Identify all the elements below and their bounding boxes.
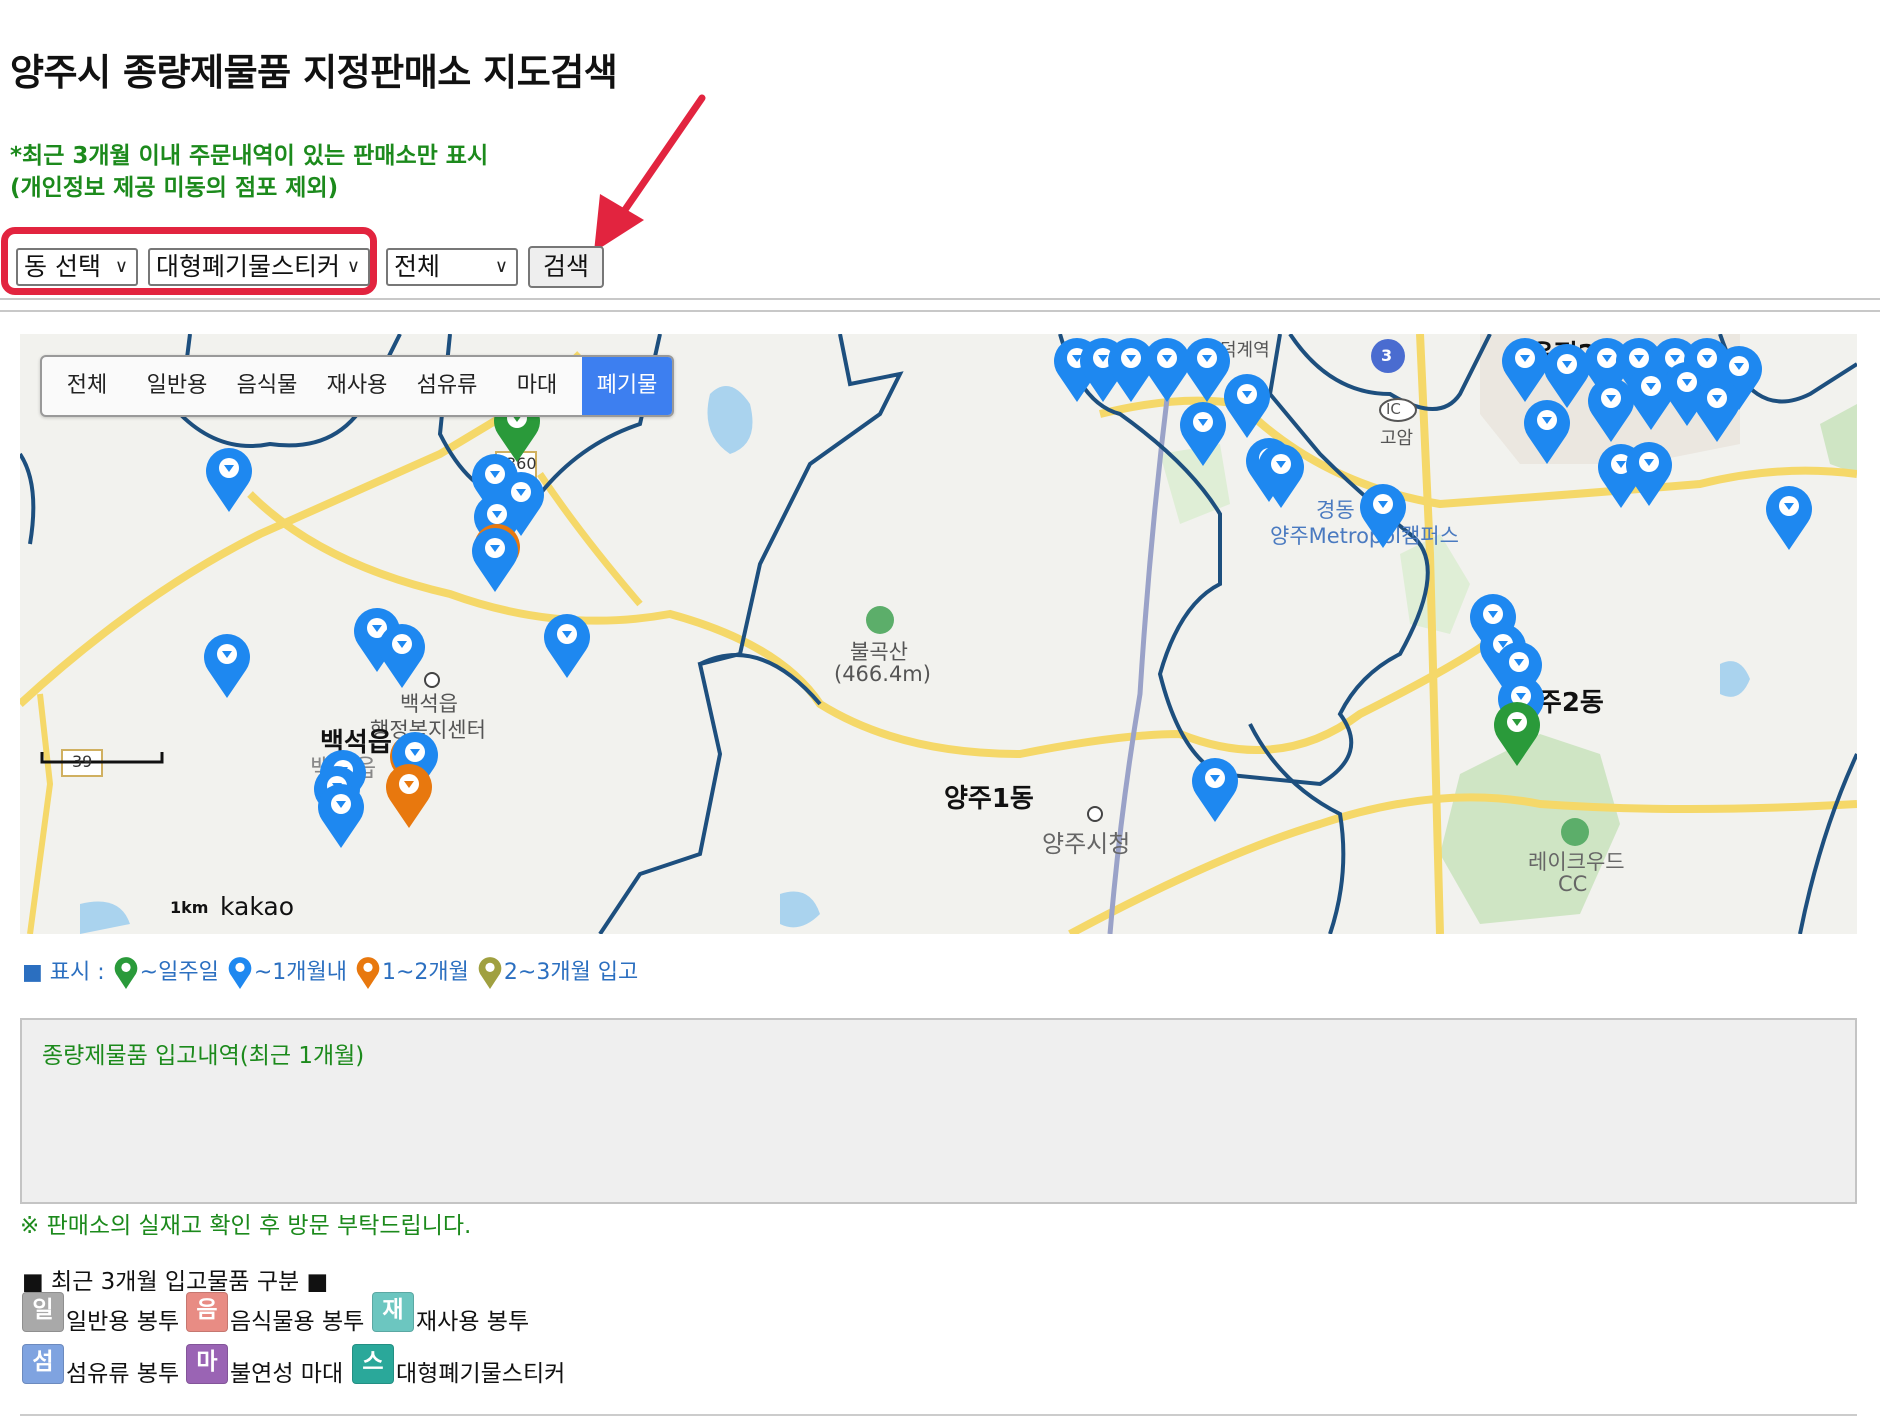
- map-pin-icon[interactable]: [382, 760, 436, 830]
- category-general: 일 일반용 봉투: [22, 1292, 179, 1334]
- stock-note: ※ 판매소의 실재고 확인 후 방문 부탁드립니다.: [20, 1213, 472, 1239]
- place-label: 고암: [1380, 428, 1414, 449]
- category-tabs: 전체 일반용 음식물 재사용 섬유류 마대 폐기물: [40, 355, 674, 417]
- map-pin-green-icon: [114, 957, 137, 989]
- chevron-down-icon: ∨: [114, 256, 128, 277]
- item-select[interactable]: 대형폐기물스티커 ∨: [148, 248, 370, 286]
- badge-sticker: 스: [352, 1344, 394, 1384]
- map-pin-orange-icon: [356, 957, 380, 989]
- map-pin-icon[interactable]: [200, 630, 254, 700]
- category-food: 음 음식물용 봉투: [186, 1292, 364, 1334]
- road-number-39: 39: [72, 752, 93, 771]
- chevron-down-icon: ∨: [346, 256, 360, 277]
- map-pin-blue-icon: [228, 957, 252, 989]
- legend-week: ~일주일: [139, 960, 219, 985]
- region-label-yangju1: 양주1동: [944, 784, 1034, 814]
- category-label: 일반용 봉투: [66, 1309, 180, 1335]
- map-pin-icon[interactable]: [468, 524, 522, 594]
- type-select-value: 전체: [394, 252, 441, 281]
- category-sticker: 스 대형폐기물스티커: [352, 1344, 565, 1386]
- page-title: 양주시 종량제물품 지정판매소 지도검색: [10, 51, 618, 94]
- map-pin-icon[interactable]: [1356, 480, 1410, 550]
- category-label: 음식물용 봉투: [230, 1309, 365, 1335]
- category-label: 불연성 마대: [230, 1361, 344, 1387]
- search-button[interactable]: 검색: [528, 246, 604, 288]
- badge-sack: 마: [186, 1344, 228, 1384]
- history-title: 종량제물품 입고내역(최근 1개월): [42, 1043, 365, 1069]
- map-pin-icon[interactable]: [202, 444, 256, 514]
- tab-waste[interactable]: 폐기물: [582, 357, 672, 415]
- kakao-logo: kakao: [220, 892, 295, 921]
- notice-privacy: (개인정보 제공 미동의 점포 제외): [10, 175, 339, 201]
- map-pin-icon[interactable]: [1690, 374, 1744, 444]
- map-pin-icon[interactable]: [314, 780, 368, 850]
- tab-all[interactable]: 전체: [42, 357, 132, 415]
- tab-food[interactable]: 음식물: [222, 357, 312, 415]
- category-label: 재사용 봉투: [416, 1309, 530, 1335]
- tab-general[interactable]: 일반용: [132, 357, 222, 415]
- place-label: CC: [1558, 872, 1588, 896]
- tab-reuse[interactable]: 재사용: [312, 357, 402, 415]
- category-sack: 마 불연성 마대: [186, 1344, 343, 1386]
- divider: [0, 310, 1880, 312]
- legend-prefix: ■ 표시 :: [22, 960, 105, 985]
- map-background: [20, 334, 1857, 934]
- category-label: 섬유류 봉투: [66, 1361, 180, 1387]
- map-pin-olive-icon: [478, 957, 502, 989]
- category-legend-title: ■ 최근 3개월 입고물품 구분 ■: [22, 1269, 329, 1295]
- road-number-3: 3: [1381, 346, 1393, 365]
- map-pin-icon[interactable]: [1188, 754, 1242, 824]
- badge-textile: 섬: [22, 1344, 64, 1384]
- map-pin-icon[interactable]: [1622, 438, 1676, 508]
- place-label: 양주시청: [1042, 830, 1131, 858]
- scale-label: 1km: [170, 898, 209, 917]
- dong-select[interactable]: 동 선택 ∨: [16, 248, 138, 286]
- map-view[interactable]: 360 39 3 IC 백석읍 행정복지센터 백석읍 백석읍 불곡산 (466.…: [20, 334, 1857, 934]
- category-label: 대형폐기물스티커: [396, 1361, 566, 1387]
- category-reuse: 재 재사용 봉투: [372, 1292, 529, 1334]
- map-pin-icon[interactable]: [1176, 398, 1230, 468]
- map-pin-icon[interactable]: [375, 620, 429, 690]
- category-textile: 섬 섬유류 봉투: [22, 1344, 179, 1386]
- tab-textile[interactable]: 섬유류: [402, 357, 492, 415]
- map-pin-icon[interactable]: [1520, 396, 1574, 466]
- divider: [0, 298, 1880, 300]
- tab-sack[interactable]: 마대: [492, 357, 582, 415]
- mountain-height-label: (466.4m): [834, 662, 931, 686]
- legend-2-3-months: 2~3개월 입고: [503, 960, 639, 985]
- badge-reuse: 재: [372, 1292, 414, 1332]
- badge-food: 음: [186, 1292, 228, 1332]
- legend-month: ~1개월내: [253, 960, 347, 985]
- map-pin-icon[interactable]: [1762, 482, 1816, 552]
- item-select-value: 대형폐기물스티커: [156, 252, 341, 281]
- legend-1-2-months: 1~2개월: [381, 960, 469, 985]
- notice-recent-orders: *최근 3개월 이내 주문내역이 있는 판매소만 표시: [10, 143, 489, 169]
- dong-select-value: 동 선택: [24, 252, 101, 281]
- map-pin-icon[interactable]: [540, 610, 594, 680]
- map-pin-icon[interactable]: [1490, 698, 1544, 768]
- ic-label: IC: [1386, 400, 1401, 418]
- annotation-arrow: [594, 94, 706, 252]
- chevron-down-icon: ∨: [494, 256, 508, 277]
- divider: [20, 1414, 1857, 1416]
- legend: ■ 표시 : ~일주일 ~1개월내 1~2개월 2~3개월 입고: [22, 954, 638, 991]
- map-pin-icon[interactable]: [1254, 440, 1308, 510]
- badge-general: 일: [22, 1292, 64, 1332]
- type-select[interactable]: 전체 ∨: [386, 248, 518, 286]
